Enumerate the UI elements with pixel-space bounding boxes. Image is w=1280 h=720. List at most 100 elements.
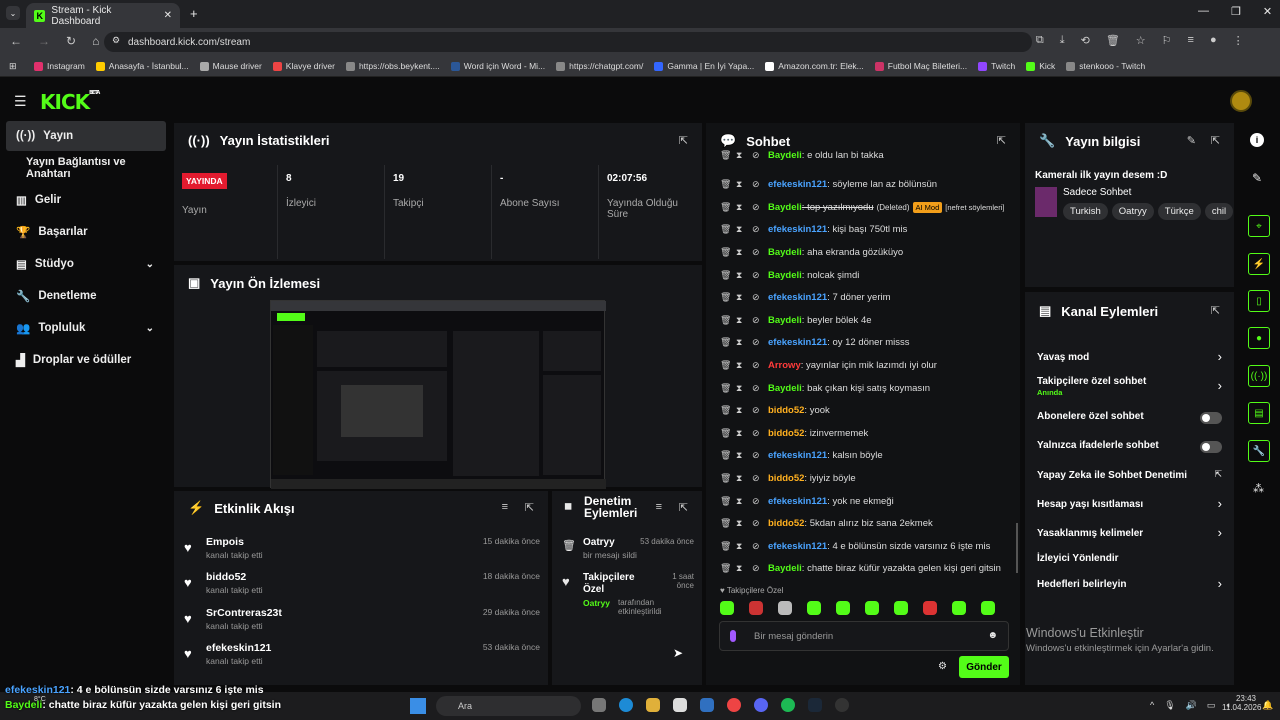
delete-icon[interactable]: 🗑 [720, 496, 731, 507]
ban-icon[interactable]: ⊘ [752, 360, 760, 371]
emote-icon[interactable] [894, 601, 908, 615]
bookmark-item[interactable]: Mause driver [199, 61, 262, 71]
chat-username[interactable]: efekeskin121 [768, 496, 827, 507]
rail-chat-icon[interactable]: ● [1248, 327, 1270, 349]
chat-username[interactable]: biddo52 [768, 428, 804, 439]
ban-icon[interactable]: ⊘ [752, 224, 760, 235]
ban-icon[interactable]: ⊘ [752, 518, 760, 529]
timeout-icon[interactable]: ⧗ [736, 450, 744, 461]
channel-action-item[interactable]: İzleyici Yönlendir [1025, 549, 1234, 571]
delete-icon[interactable]: 🗑 [720, 202, 731, 213]
chat-username[interactable]: efekeskin121 [768, 337, 827, 348]
channel-action-item[interactable]: Yasaklanmış kelimeler › [1025, 524, 1234, 546]
timeout-icon[interactable]: ⧗ [736, 360, 744, 371]
sidebar-item-gelir[interactable]: ▥ Gelir [6, 185, 166, 215]
chat-message[interactable]: 🗑 ⧗ ⊘ Baydeli: bak çıkan kişi satış koyması… [720, 378, 1010, 398]
translate-icon[interactable]: ⚐ [1162, 34, 1172, 47]
new-tab-icon[interactable]: + [190, 6, 198, 21]
ban-icon[interactable]: ⊘ [752, 563, 760, 574]
delete-icon[interactable]: 🗑 [720, 315, 731, 326]
popout-icon[interactable]: ⇱ [679, 134, 688, 147]
delete-icon[interactable]: 🗑 [720, 292, 731, 303]
chat-username[interactable]: Baydeli [768, 315, 802, 326]
bookmark-item[interactable]: stenkooo - Twitch [1066, 61, 1145, 71]
tab-search-icon[interactable]: ⌄ [6, 6, 20, 20]
chat-username[interactable]: efekeskin121 [768, 541, 827, 552]
timeout-icon[interactable]: ⧗ [736, 202, 744, 213]
chat-message[interactable]: 🗑 ⧗ ⊘ efekeskin121: kişi başı 750tl mis [720, 220, 1010, 240]
rail-wrench-icon[interactable]: 🔧 [1248, 440, 1270, 462]
hamburger-menu-icon[interactable]: ☰ [14, 93, 27, 110]
ban-icon[interactable]: ⊘ [752, 179, 760, 190]
chat-message[interactable]: 🗑 ⧗ ⊘ efekeskin121: yok ne ekmeği [720, 491, 1010, 511]
ban-icon[interactable]: ⊘ [752, 315, 760, 326]
channel-action-item[interactable]: Takipçilere özel sohbet Anında › [1025, 372, 1234, 397]
ban-icon[interactable]: ⊘ [752, 247, 760, 258]
kick-logo[interactable]: KICKBETA [40, 90, 100, 114]
edge-icon[interactable] [619, 698, 633, 712]
ban-icon[interactable]: ⊘ [752, 337, 760, 348]
timeout-icon[interactable]: ⧗ [736, 337, 744, 348]
chat-username[interactable]: Baydeli [768, 247, 802, 258]
network-icon[interactable]: ▭ [1207, 700, 1216, 711]
chat-username[interactable]: efekeskin121 [768, 292, 827, 303]
trash-icon[interactable]: 🗑 [1106, 34, 1120, 47]
chat-username[interactable]: Baydeli [768, 563, 802, 574]
chat-message[interactable]: 🗑 ⧗ ⊘ efekeskin121: oy 12 döner misss [720, 333, 1010, 353]
channel-action-item[interactable]: Hedefleri belirleyin › [1025, 575, 1234, 597]
chat-settings-gear-icon[interactable]: ⚙ [938, 661, 947, 672]
chat-username[interactable]: biddo52 [768, 405, 804, 416]
rail-lightning-icon[interactable]: ⚡ [1248, 253, 1270, 275]
popout-icon[interactable]: ⇱ [525, 501, 534, 514]
taskview-icon[interactable] [592, 698, 606, 712]
user-avatar[interactable] [1230, 90, 1252, 112]
ban-icon[interactable]: ⊘ [752, 473, 760, 484]
timeout-icon[interactable]: ⧗ [736, 179, 744, 190]
chat-message[interactable]: 🗑 ⧗ ⊘ Baydeli: beyler bölek 4e [720, 310, 1010, 330]
browser-tab[interactable]: K Stream - Kick Dashboard ✕ [26, 3, 180, 28]
ban-icon[interactable]: ⊘ [752, 383, 760, 394]
ban-icon[interactable]: ⊘ [752, 150, 760, 161]
delete-icon[interactable]: 🗑 [720, 518, 731, 529]
chat-username[interactable]: efekeskin121 [768, 450, 827, 461]
chat-username[interactable]: Baydeli [768, 150, 802, 161]
bookmark-item[interactable]: Instagram [34, 61, 85, 71]
chat-message[interactable]: 🗑 ⧗ ⊘ Baydeli: e oldu lan bi takka [720, 149, 1010, 161]
close-window-icon[interactable]: ✕ [1263, 5, 1272, 18]
rail-settings-icon[interactable]: ⁂ [1253, 482, 1264, 495]
chat-message[interactable]: 🗑 ⧗ ⊘ Baydeli: chatte biraz küfür yazakta g… [720, 559, 1010, 579]
discord-icon[interactable] [754, 698, 768, 712]
toggle-switch[interactable] [1200, 412, 1222, 424]
sidebar-item-yayin[interactable]: ((·)) Yayın [6, 121, 166, 151]
rail-broadcast-icon[interactable]: ((·)) [1248, 365, 1270, 387]
delete-icon[interactable]: 🗑 [720, 179, 731, 190]
forward-icon[interactable]: → [38, 34, 50, 48]
timeout-icon[interactable]: ⧗ [736, 292, 744, 303]
clock[interactable]: 23:43 11.04.2026 [1222, 694, 1261, 712]
extensions-icon[interactable]: ⧉ [1036, 34, 1044, 47]
edit-icon[interactable]: ✎ [1187, 134, 1196, 147]
ban-icon[interactable]: ⊘ [752, 270, 760, 281]
bookmark-item[interactable]: https://obs.beykent.... [345, 61, 440, 71]
emote-icon[interactable] [865, 601, 879, 615]
emoji-icon[interactable]: ☻ [987, 630, 998, 641]
rail-target-icon[interactable]: ⌖ [1248, 215, 1270, 237]
bookmark-item[interactable]: Twitch [978, 61, 1015, 71]
delete-icon[interactable]: 🗑 [720, 224, 731, 235]
notifications-icon[interactable]: 🔔 [1262, 700, 1273, 711]
chat-username[interactable]: biddo52 [768, 473, 804, 484]
delete-icon[interactable]: 🗑 [720, 270, 731, 281]
ban-icon[interactable]: ⊘ [752, 450, 760, 461]
emote-icon[interactable] [981, 601, 995, 615]
bookmark-item[interactable]: Kick [1026, 61, 1055, 71]
emote-icon[interactable] [720, 601, 734, 615]
chat-message[interactable]: 🗑 ⧗ ⊘ Baydeli: top yazılmıyodu (Deleted) AI M… [720, 197, 1010, 217]
delete-icon[interactable]: 🗑 [720, 247, 731, 258]
sidebar-item-droplar[interactable]: ▟ Droplar ve ödüller [6, 345, 166, 375]
chat-message[interactable]: 🗑 ⧗ ⊘ Baydeli: aha ekranda gözüküyo [720, 242, 1010, 262]
steam-icon[interactable] [808, 698, 822, 712]
apps-icon[interactable]: ⊞ [9, 61, 17, 72]
speaker-icon[interactable]: 🔊 [1186, 700, 1197, 711]
spotify-icon[interactable] [781, 698, 795, 712]
chat-message[interactable]: 🗑 ⧗ ⊘ Arrowy: yayınlar için mik lazımdı iyi… [720, 355, 1010, 375]
